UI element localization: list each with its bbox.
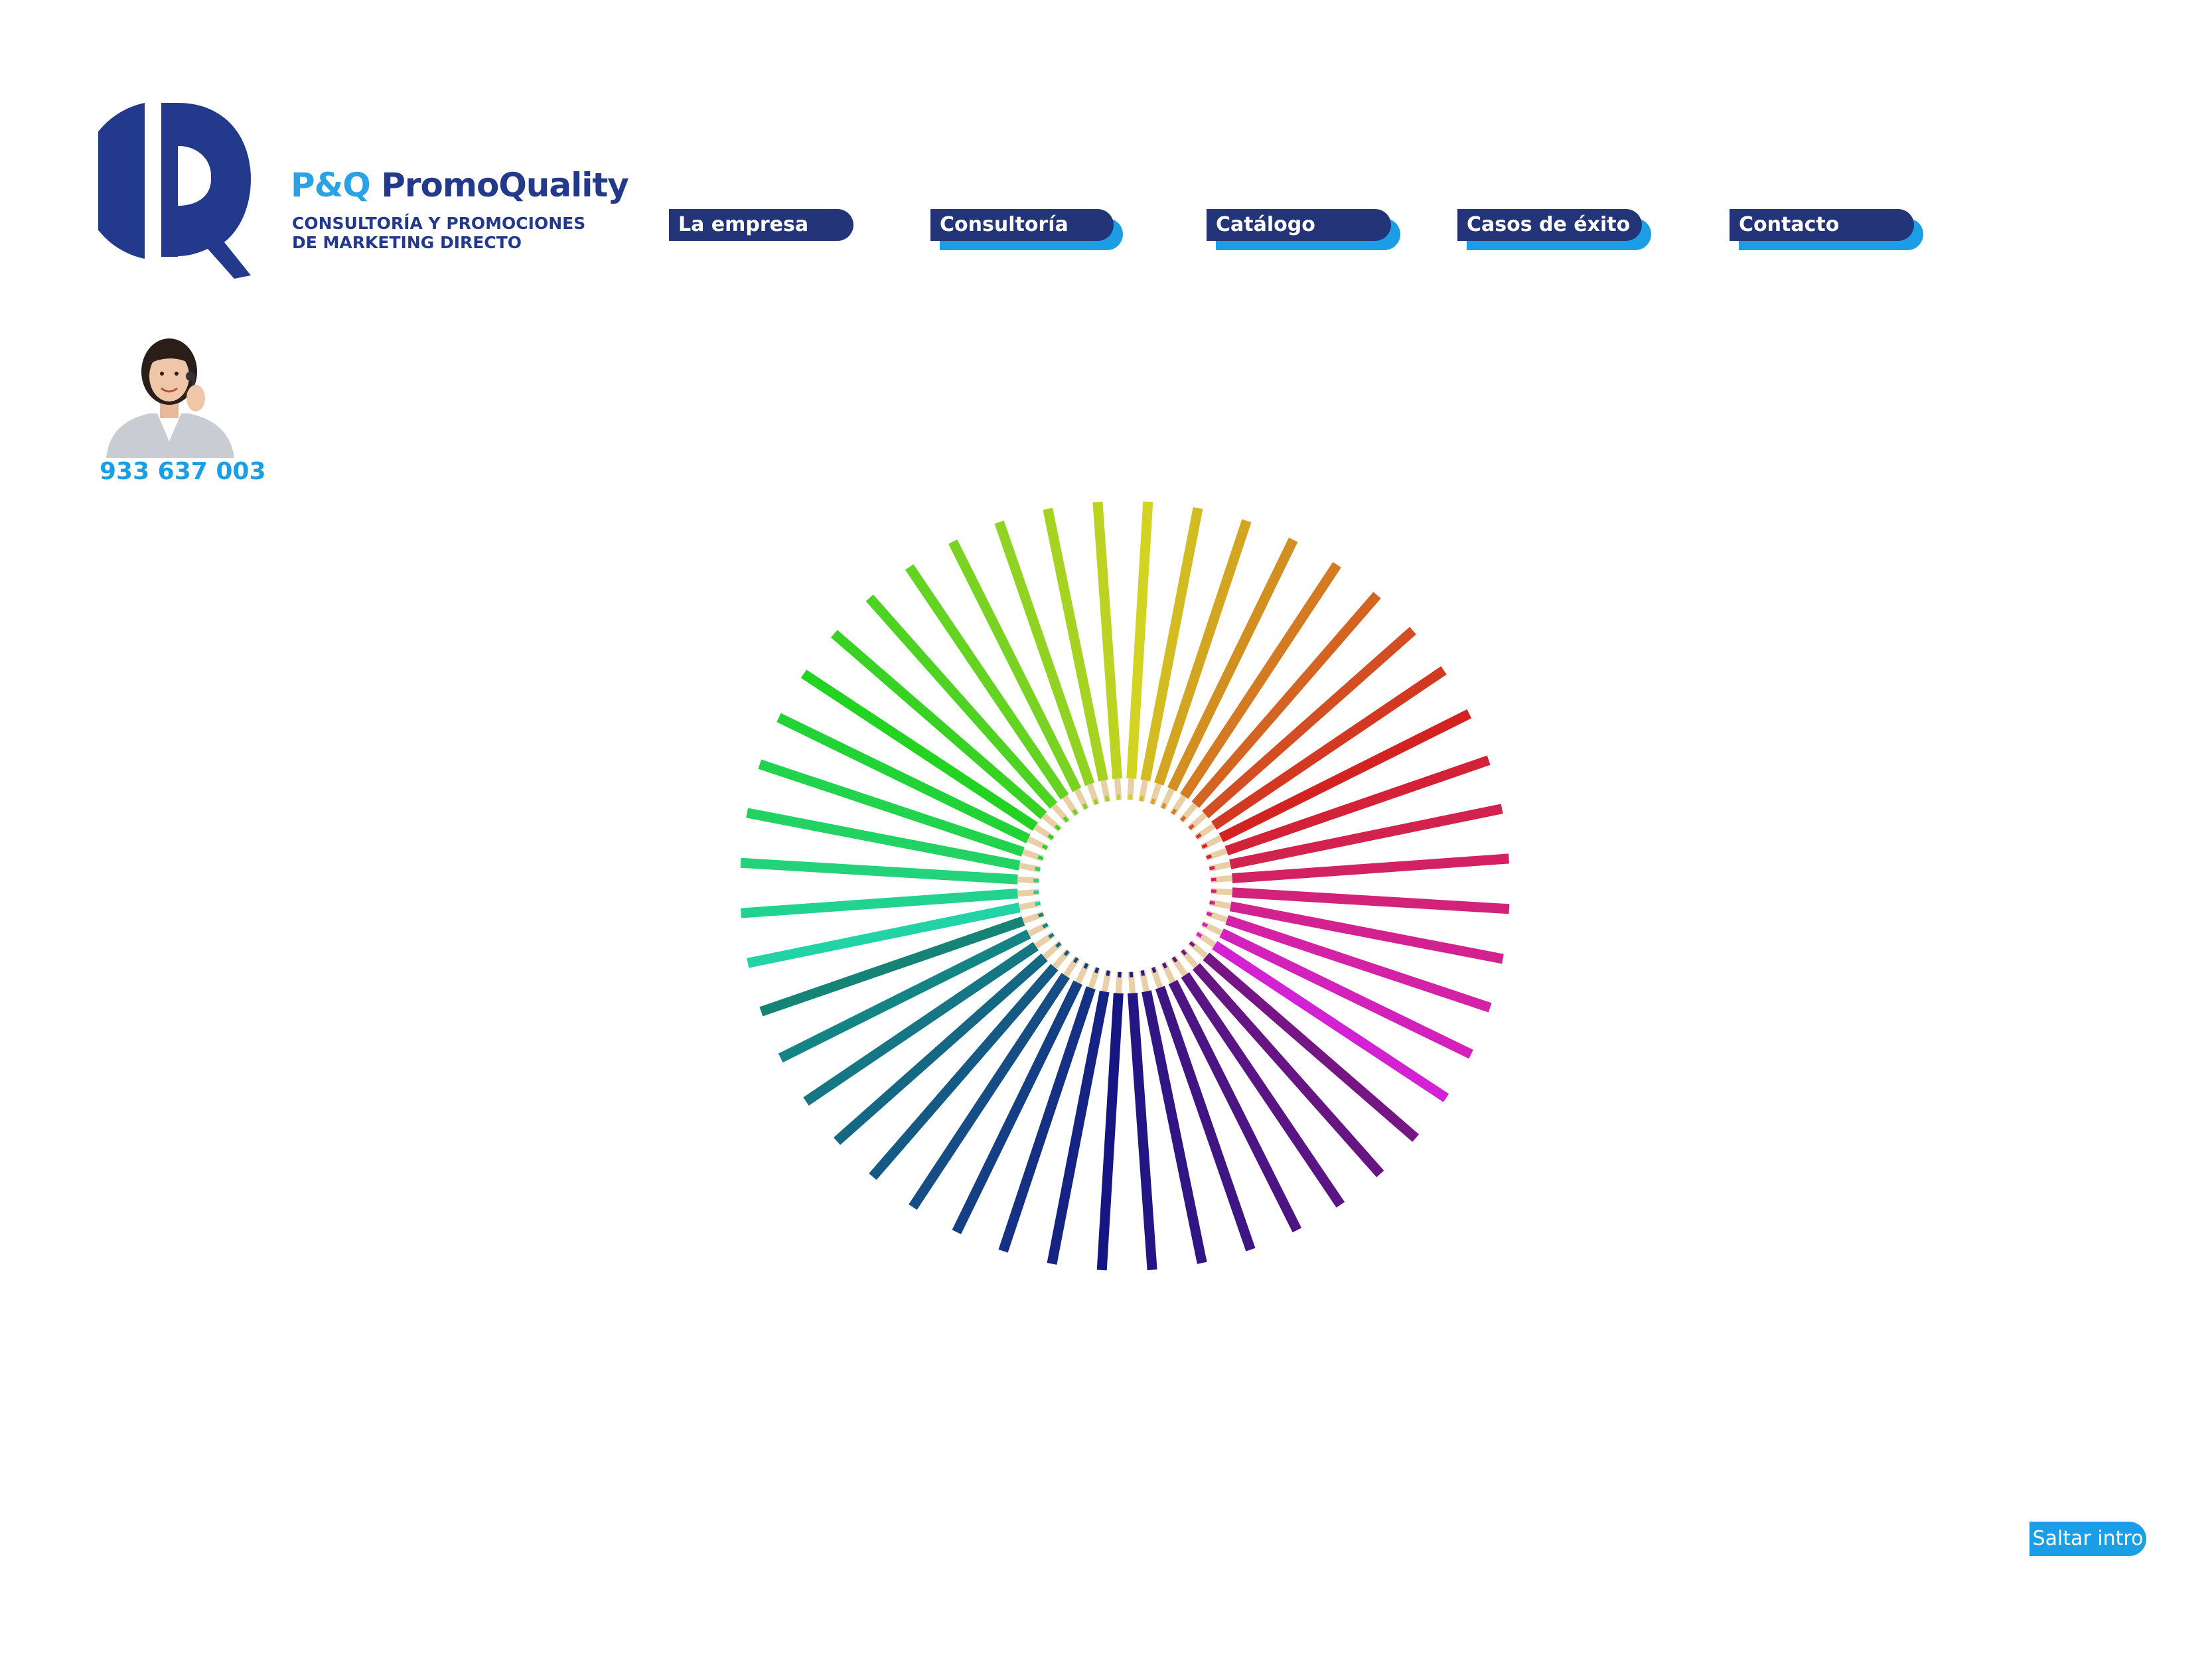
pencil-lead <box>1209 865 1215 871</box>
pencil-lead <box>1209 901 1215 905</box>
pencil-lead <box>1083 962 1089 970</box>
pencil-lead <box>1129 972 1134 977</box>
pencil-lead <box>1211 877 1217 882</box>
pencil-lead <box>1042 922 1049 928</box>
pencil-lead <box>1041 844 1049 850</box>
operator-photo <box>106 338 234 458</box>
pencil-lead <box>1201 843 1208 849</box>
phone-number[interactable]: 933 637 003 <box>100 458 266 485</box>
nav-label[interactable]: Contacto <box>1730 209 1914 241</box>
pencil-lead <box>1082 803 1088 810</box>
brand-name: P&Q PromoQuality <box>291 166 629 204</box>
logo[interactable]: P&Q PromoQuality CONSULTORÍA Y PROMOCION… <box>98 100 629 279</box>
pencil-body <box>740 857 1018 885</box>
pencil-body <box>1127 993 1157 1271</box>
pencil-lead <box>1035 867 1041 871</box>
pencil-lead <box>1035 901 1041 906</box>
nav-catalogo[interactable]: Catálogo <box>1207 209 1400 255</box>
nav-consultoria[interactable]: Consultoría <box>930 209 1123 255</box>
nav-la-empresa[interactable]: La empresa <box>669 209 853 255</box>
colored-pencils-wheel <box>740 501 1510 1271</box>
tagline-line-1: CONSULTORÍA Y PROMOCIONES <box>292 214 586 233</box>
pencil-lead <box>1094 967 1100 974</box>
pencil-lead <box>1140 796 1144 802</box>
tagline-line-2: DE MARKETING DIRECTO <box>292 233 522 252</box>
pencil-lead <box>1093 798 1098 805</box>
pencil-body <box>1232 887 1510 914</box>
pencil-body <box>1096 993 1124 1271</box>
nav-label[interactable]: Consultoría <box>930 209 1114 241</box>
brand-prefix: P&Q <box>291 166 371 204</box>
pencil-lead <box>1206 854 1213 859</box>
pencil-lead <box>1140 970 1145 976</box>
pencil-lead <box>1104 796 1110 802</box>
brand-tagline: CONSULTORÍA Y PROMOCIONES DE MARKETING D… <box>292 214 585 252</box>
pencil-lead <box>1033 890 1039 895</box>
nav-label[interactable]: Casos de éxito <box>1457 209 1642 241</box>
pq-logo-icon <box>98 103 251 279</box>
pencil-body <box>740 888 1018 918</box>
nav-casos-de-exito[interactable]: Casos de éxito <box>1457 209 1651 255</box>
pencil-lead <box>1201 922 1209 928</box>
pencil-lead <box>1161 962 1167 969</box>
pencil-lead <box>1037 912 1044 918</box>
nav-label[interactable]: Catálogo <box>1207 209 1391 241</box>
pencil-body <box>1126 501 1153 779</box>
pencil-body <box>1232 853 1510 884</box>
pencil-lead <box>1106 970 1110 976</box>
pencil-lead <box>1161 802 1167 810</box>
pencil-lead <box>1150 798 1156 805</box>
brand-main-name: PromoQuality <box>381 166 629 204</box>
pencil-lead <box>1037 855 1044 861</box>
pencil-lead <box>1151 967 1157 974</box>
nav-contacto[interactable]: Contacto <box>1730 209 1923 255</box>
pencil-lead <box>1206 911 1213 917</box>
nav-label[interactable]: La empresa <box>669 209 853 241</box>
pencil-body <box>1092 501 1123 779</box>
skip-intro-button[interactable]: Saltar intro <box>2029 1522 2146 1556</box>
pencil-lead <box>1116 794 1121 800</box>
